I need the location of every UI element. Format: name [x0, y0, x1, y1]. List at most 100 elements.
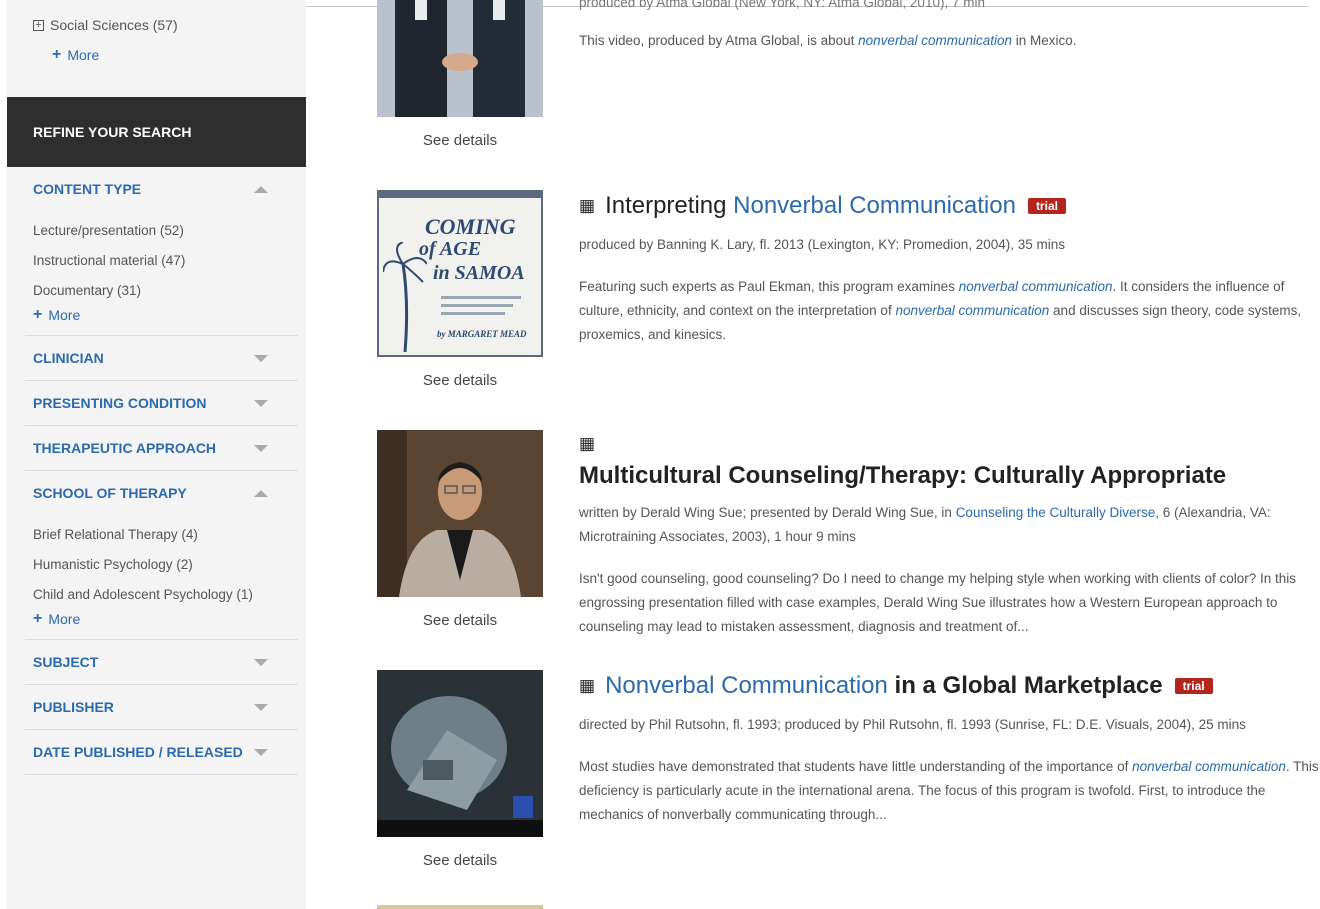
presenter-image	[377, 430, 543, 597]
facet-options: Brief Relational Therapy (4) Humanistic …	[25, 515, 298, 639]
facet-option[interactable]: Humanistic Psychology (2)	[33, 549, 298, 579]
caret-down-icon	[254, 444, 268, 452]
thumb-title: in SAMOA	[433, 262, 525, 284]
caret-down-icon	[254, 354, 268, 362]
result-meta: produced by Banning K. Lary, fl. 2013 (L…	[579, 237, 1066, 252]
facet-clinician-toggle[interactable]: CLINICIAN	[25, 336, 298, 380]
desc-text: Most studies have demonstrated that stud…	[579, 759, 1133, 774]
thumb-subtitle-line	[441, 304, 513, 307]
result-text: produced by Atma Global (New York, NY: A…	[579, 0, 1319, 53]
facet-publisher-toggle[interactable]: PUBLISHER	[25, 685, 298, 729]
result-text: ▦ Multicultural Counseling/Therapy: Cult…	[579, 431, 1319, 639]
expand-plus-icon[interactable]: +	[33, 19, 44, 31]
marketplace-image	[377, 670, 543, 837]
caret-up-icon	[254, 185, 268, 193]
result-meta: directed by Phil Rutsohn, fl. 1993; prod…	[579, 717, 1246, 732]
facet-option[interactable]: Lecture/presentation (52)	[33, 215, 298, 245]
result-thumbnail[interactable]	[377, 430, 543, 597]
result-title[interactable]: ▦ Multicultural Counseling/Therapy: Cult…	[579, 431, 1319, 491]
meta-text: written by Derald Wing Sue; presented by…	[579, 505, 956, 520]
caret-down-icon	[254, 748, 268, 756]
facet-title: PUBLISHER	[33, 699, 114, 715]
facet-subject-toggle[interactable]: SUBJECT	[25, 640, 298, 684]
trial-badge: trial	[1174, 678, 1213, 694]
refine-search-heading: REFINE YOUR SEARCH	[7, 97, 306, 167]
palm-tree-icon	[383, 242, 427, 352]
facet-presenting-condition-toggle[interactable]: PRESENTING CONDITION	[25, 381, 298, 425]
result-description: Featuring such experts as Paul Ekman, th…	[579, 275, 1319, 347]
facet-options: Lecture/presentation (52) Instructional …	[25, 211, 298, 335]
see-details-link[interactable]: See details	[377, 132, 543, 149]
result-title[interactable]: ▦ Interpreting Nonverbal Communication t…	[579, 191, 1319, 223]
facet-option[interactable]: Instructional material (47)	[33, 245, 298, 275]
tree-item-label: Social Sciences (57)	[50, 17, 178, 33]
trial-badge: trial	[1027, 198, 1066, 214]
result-meta: written by Derald Wing Sue; presented by…	[579, 501, 1319, 549]
content-type-more-link[interactable]: + More	[33, 305, 298, 325]
handshake-image	[377, 0, 543, 117]
result-thumbnail[interactable]	[377, 0, 543, 117]
result-title[interactable]: ▦ Nonverbal Communication in a Global Ma…	[579, 671, 1319, 703]
result-thumbnail[interactable]: COMING of AGE in SAMOA by MARGARET MEAD	[377, 190, 543, 357]
see-details-link[interactable]: See details	[377, 372, 543, 389]
result-description: This video, produced by Atma Global, is …	[579, 29, 1319, 53]
desc-text: in Mexico.	[1012, 33, 1077, 48]
more-label: More	[48, 307, 81, 323]
thumb-subtitle-line	[441, 312, 505, 315]
caret-down-icon	[254, 703, 268, 711]
desc-text: This video, produced by Atma Global, is …	[579, 33, 859, 48]
facet-content-type-toggle[interactable]: CONTENT TYPE	[25, 167, 298, 211]
facet-date-published-toggle[interactable]: DATE PUBLISHED / RELEASED	[25, 730, 298, 774]
result-meta: produced by Atma Global (New York, NY: A…	[579, 0, 985, 10]
film-icon: ▦	[579, 196, 596, 215]
see-details-link[interactable]: See details	[377, 612, 543, 629]
more-label: More	[67, 47, 100, 63]
thumb-subtitle-line	[441, 296, 521, 299]
title-highlight: Nonverbal Communication	[733, 192, 1016, 219]
desc-highlight: nonverbal communication	[895, 303, 1050, 318]
result-thumbnail-partial[interactable]	[377, 905, 543, 909]
desc-highlight: nonverbal communication	[958, 279, 1113, 294]
facet-title: PRESENTING CONDITION	[33, 395, 207, 411]
result-text: ▦ Interpreting Nonverbal Communication t…	[579, 191, 1319, 347]
facet-title: CONTENT TYPE	[33, 181, 142, 197]
facet-school-of-therapy-toggle[interactable]: SCHOOL OF THERAPY	[25, 471, 298, 515]
plus-icon: +	[33, 306, 43, 323]
desc-highlight: nonverbal communication	[858, 33, 1012, 48]
desc-highlight: nonverbal communication	[1132, 759, 1286, 774]
facet-title: CLINICIAN	[33, 350, 104, 366]
facet-presenting-condition: PRESENTING CONDITION	[25, 381, 298, 426]
facet-option[interactable]: Documentary (31)	[33, 275, 298, 305]
title-text: in a Global Marketplace	[887, 672, 1163, 699]
see-details-link[interactable]: See details	[377, 852, 543, 869]
facet-subject: SUBJECT	[25, 640, 298, 685]
facet-date-published: DATE PUBLISHED / RELEASED	[25, 730, 298, 775]
thumb-author: by MARGARET MEAD	[437, 329, 527, 339]
tree-item-social-sciences[interactable]: + Social Sciences (57)	[33, 15, 306, 35]
result-description: Most studies have demonstrated that stud…	[579, 755, 1319, 827]
subject-more-link[interactable]: + More	[52, 45, 306, 65]
more-label: More	[48, 611, 81, 627]
facet-therapeutic-approach-toggle[interactable]: THERAPEUTIC APPROACH	[25, 426, 298, 470]
sidebar-subject-list: + Social Sciences (57) + More	[7, 0, 306, 65]
result-thumbnail[interactable]	[377, 670, 543, 837]
title-text: Interpreting	[605, 192, 727, 219]
school-of-therapy-more-link[interactable]: + More	[33, 609, 298, 629]
facet-therapeutic-approach: THERAPEUTIC APPROACH	[25, 426, 298, 471]
title-highlight: Nonverbal Communication	[605, 672, 888, 699]
facet-title: DATE PUBLISHED / RELEASED	[33, 744, 243, 760]
facet-publisher: PUBLISHER	[25, 685, 298, 730]
plus-icon: +	[33, 610, 43, 627]
facet-option[interactable]: Brief Relational Therapy (4)	[33, 519, 298, 549]
thumb-title: COMING	[425, 214, 516, 239]
result-description: Isn't good counseling, good counseling? …	[579, 571, 1297, 634]
series-link[interactable]: Counseling the Culturally Diverse	[956, 505, 1156, 520]
facet-list: CONTENT TYPE Lecture/presentation (52) I…	[7, 167, 306, 775]
caret-up-icon	[254, 489, 268, 497]
result-text: ▦ Nonverbal Communication in a Global Ma…	[579, 671, 1319, 827]
desc-text: Featuring such experts as Paul Ekman, th…	[579, 279, 959, 294]
caret-down-icon	[254, 658, 268, 666]
title-text: Multicultural Counseling/Therapy: Cultur…	[579, 462, 1227, 489]
film-icon: ▦	[579, 434, 596, 453]
facet-option[interactable]: Child and Adolescent Psychology (1)	[33, 579, 298, 609]
